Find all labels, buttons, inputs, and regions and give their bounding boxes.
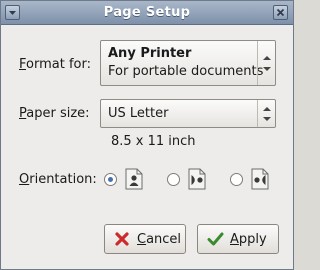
chevron-up-icon: [263, 107, 271, 111]
printer-description: For portable documents: [108, 64, 264, 79]
paper-size-combo[interactable]: US Letter: [100, 99, 276, 128]
cancel-label: Cancel: [137, 232, 182, 247]
page-setup-dialog: Page Setup Format for: Any Printer For p…: [0, 0, 294, 270]
title-bar: Page Setup: [1, 1, 293, 25]
paper-size-stepper[interactable]: [257, 100, 275, 127]
printer-name: Any Printer: [108, 46, 192, 61]
orientation-portrait-radio[interactable]: [104, 173, 117, 186]
apply-button[interactable]: Apply: [197, 224, 279, 254]
format-for-combo[interactable]: Any Printer For portable documents: [100, 40, 276, 86]
chevron-down-icon: [263, 67, 271, 71]
close-icon: [276, 8, 285, 17]
format-for-stepper[interactable]: [257, 41, 275, 85]
cancel-button[interactable]: Cancel: [104, 224, 186, 254]
portrait-icon: [125, 168, 143, 190]
apply-label: Apply: [230, 232, 267, 247]
paper-size-value: US Letter: [108, 106, 169, 121]
cancel-x-icon: [115, 232, 129, 246]
checkmark-icon: [207, 232, 224, 246]
orientation-landscape-radio[interactable]: [167, 173, 180, 186]
landscape-icon: [188, 168, 206, 190]
paper-size-label: Paper size:: [19, 106, 90, 121]
format-for-label: Format for:: [19, 57, 91, 72]
chevron-down-icon: [263, 117, 271, 121]
close-window-button[interactable]: [273, 5, 288, 20]
paper-dimensions: 8.5 x 11 inch: [111, 134, 196, 149]
orientation-label: Orientation:: [19, 172, 97, 187]
orientation-reverse-landscape-radio[interactable]: [230, 173, 243, 186]
reverse-landscape-icon: [251, 168, 269, 190]
chevron-up-icon: [263, 56, 271, 60]
window-title: Page Setup: [103, 5, 191, 20]
